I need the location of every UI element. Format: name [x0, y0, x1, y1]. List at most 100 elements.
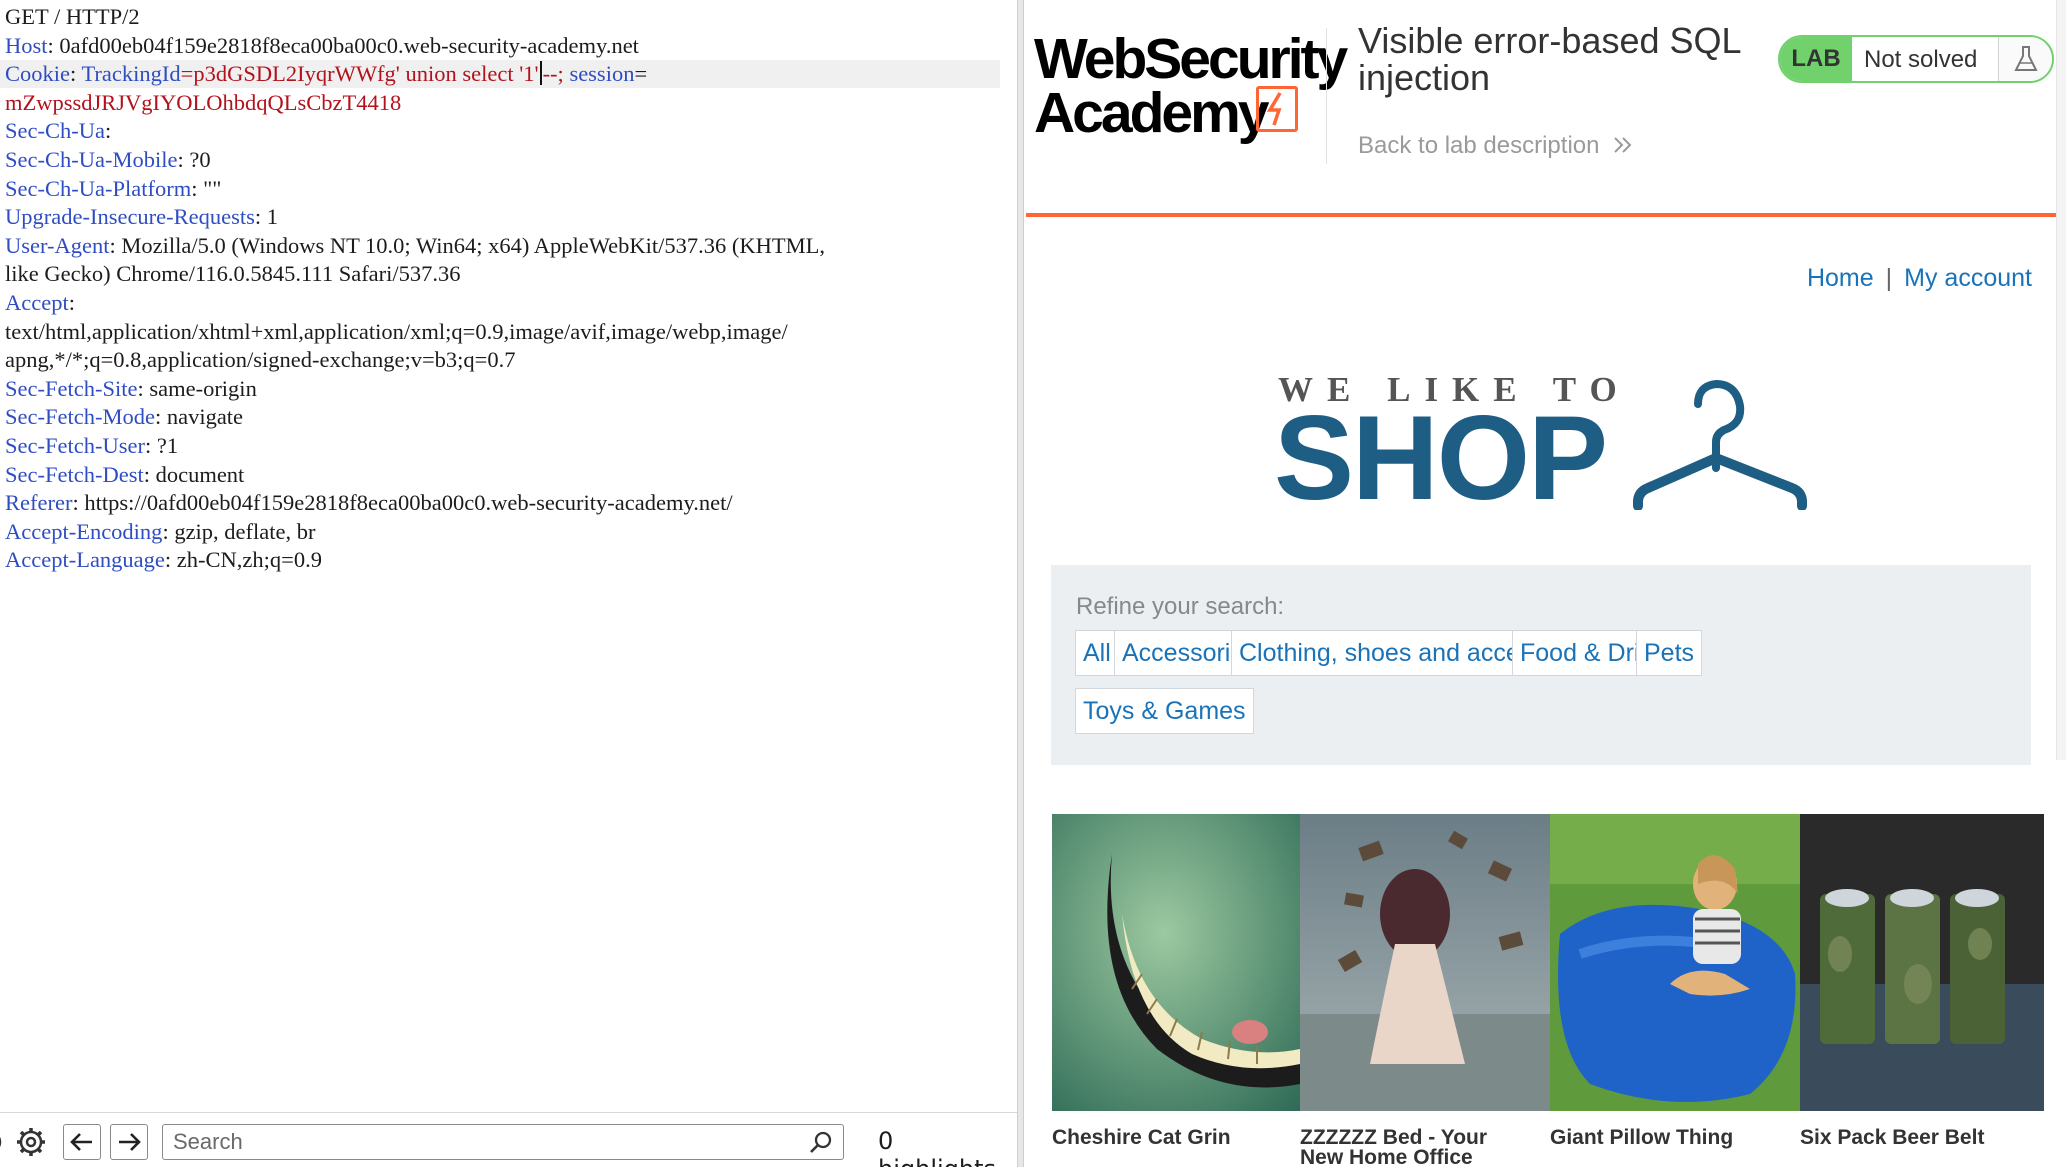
request-text: = [634, 61, 648, 87]
request-line[interactable]: Sec-Ch-Ua-Platform: "" [5, 175, 221, 203]
lab-status-text: Not solved [1864, 46, 1978, 73]
request-line[interactable]: Sec-Fetch-Site: same-origin [5, 375, 257, 403]
filter-all[interactable]: All [1075, 630, 1119, 676]
request-line[interactable]: GET / HTTP/2 [5, 3, 140, 31]
request-line[interactable]: Cookie: TrackingId=p3dGSDL2IyqrWWfg' uni… [0, 60, 1000, 89]
request-line[interactable]: Sec-Fetch-Mode: navigate [5, 403, 243, 431]
pane-divider[interactable] [1017, 0, 1024, 1167]
browser-page: WebSecurity Academy Visible error-based … [1024, 0, 2066, 1167]
product-image-zzzzzz-bed[interactable] [1300, 814, 1550, 1111]
nav-home-link[interactable]: Home [1807, 264, 1874, 292]
back-to-lab-link[interactable]: Back to lab description [1358, 132, 1634, 160]
product-name-six-pack-belt[interactable]: Six Pack Beer Belt [1800, 1127, 2040, 1148]
request-line[interactable]: Upgrade-Insecure-Requests: 1 [5, 203, 278, 231]
search-input[interactable] [173, 1129, 793, 1155]
settings-button[interactable] [16, 1127, 46, 1157]
arrow-right-icon [119, 1133, 141, 1151]
request-line[interactable]: Accept: [5, 289, 75, 317]
magnifier-icon[interactable] [809, 1131, 833, 1155]
lab-flask-button[interactable] [1998, 37, 2052, 81]
header-name: Sec-Fetch-User [5, 433, 145, 458]
header-name: Upgrade-Insecure-Requests [5, 204, 255, 230]
lab-title: Visible error-based SQL injection [1358, 20, 1741, 98]
header-name: session [569, 61, 635, 87]
product-image-cheshire-cat[interactable] [1052, 814, 1300, 1111]
lab-status-widget: LAB Not solved [1778, 35, 2054, 83]
highlights-count: 0 highlights [878, 1127, 996, 1167]
request-line[interactable]: Accept-Language: zh-CN,zh;q=0.9 [5, 546, 322, 574]
header-name: Host [5, 32, 48, 58]
request-line[interactable]: like Gecko) Chrome/116.0.5845.111 Safari… [5, 260, 461, 288]
request-line[interactable]: Sec-Fetch-Dest: document [5, 461, 244, 489]
request-line[interactable]: Referer: https://0afd00eb04f159e2818f8ec… [5, 489, 733, 517]
product-name-cheshire-cat[interactable]: Cheshire Cat Grin [1052, 1127, 1292, 1148]
request-text: : ?0 [177, 147, 211, 172]
request-line[interactable]: text/html,application/xhtml+xml,applicat… [5, 318, 788, 346]
request-text: : navigate [154, 404, 244, 430]
request-text: : gzip, deflate, br [162, 518, 316, 544]
request-line[interactable]: Sec-Ch-Ua: [5, 117, 111, 145]
request-line[interactable]: apng,*/*;q=0.8,application/signed-exchan… [5, 346, 515, 374]
header-name: Accept [5, 290, 69, 315]
top-nav: Home | My account [1807, 264, 2032, 293]
request-line[interactable]: mZwpssdJRJVgIYOLOhbdqQLsCbzT4418 [5, 89, 401, 117]
lab-badge: LAB [1780, 37, 1852, 81]
request-text: apng,*/*;q=0.8,application/signed-exchan… [5, 347, 516, 373]
request-text: : same-origin [137, 375, 257, 401]
request-line[interactable]: Sec-Ch-Ua-Mobile: ?0 [5, 146, 211, 174]
request-text: : ?1 [144, 433, 179, 458]
request-line[interactable]: Sec-Fetch-User: ?1 [5, 432, 178, 460]
cookie-value: --; [542, 61, 570, 87]
request-text: like Gecko) Chrome/116.0.5845.111 Safari… [5, 261, 461, 287]
flask-icon [2013, 46, 2038, 71]
request-text: : Mozilla/5.0 (Windows NT 10.0; Win64; x… [109, 232, 826, 258]
filter-pets[interactable]: Pets [1636, 630, 1703, 676]
header-name: Accept-Language [5, 547, 165, 573]
refine-search-panel: Refine your search: All Accessories Clot… [1051, 565, 2031, 765]
header-name: Cookie [5, 61, 70, 87]
next-match-button[interactable] [110, 1124, 148, 1160]
page-scrollbar[interactable] [2056, 0, 2066, 760]
search-toolbar: 0 highlights [0, 1112, 1017, 1167]
lightning-icon [1256, 86, 1298, 132]
request-editor-pane: GET / HTTP/2 Host: 0afd00eb04f159e2818f8e… [0, 0, 1017, 1167]
request-text: text/html,application/xhtml+xml,applicat… [5, 318, 788, 344]
cookie-value: mZwpssdJRJVgIYOLOhbdqQLsCbzT4418 [5, 89, 402, 115]
previous-match-button[interactable] [63, 1124, 101, 1160]
partial-circle-icon[interactable] [0, 1129, 8, 1155]
request-text: : [70, 61, 82, 87]
header-name: Sec-Fetch-Mode [5, 404, 155, 430]
request-line[interactable]: Host: 0afd00eb04f159e2818f8eca00ba00c0.w… [5, 32, 639, 60]
logo-academy[interactable]: Academy [1034, 80, 1269, 146]
text-caret [539, 61, 542, 86]
header-accent-line [1026, 213, 2056, 217]
header-divider [1326, 28, 1327, 164]
product-image-giant-pillow[interactable] [1550, 814, 1800, 1111]
hanger-icon [1633, 379, 1807, 510]
nav-my-account-link[interactable]: My account [1904, 264, 2032, 292]
request-text: : https://0afd00eb04f159e2818f8eca00ba00… [72, 490, 733, 516]
header-name: Sec-Fetch-Site [5, 375, 138, 401]
filter-toys-games[interactable]: Toys & Games [1075, 688, 1254, 734]
request-text: : "" [191, 175, 222, 201]
request-editor[interactable]: GET / HTTP/2 Host: 0afd00eb04f159e2818f8e… [0, 0, 1017, 1112]
request-line[interactable]: Accept-Encoding: gzip, deflate, br [5, 518, 316, 546]
header-name: Sec-Ch-Ua [5, 118, 105, 144]
request-line[interactable]: User-Agent: Mozilla/5.0 (Windows NT 10.0… [5, 232, 825, 260]
request-text: : 1 [254, 204, 279, 230]
product-name-giant-pillow[interactable]: Giant Pillow Thing [1550, 1127, 1790, 1148]
arrow-left-icon [70, 1133, 92, 1151]
request-text: : [68, 290, 75, 315]
product-image-six-pack-belt[interactable] [1800, 814, 2044, 1111]
header-name: Referer [5, 490, 73, 516]
request-text: : zh-CN,zh;q=0.9 [164, 547, 322, 573]
search-box [162, 1124, 844, 1160]
product-name-zzzzzz-bed[interactable]: ZZZZZZ Bed - Your New Home Office [1300, 1127, 1530, 1167]
header-name: Accept-Encoding [5, 518, 163, 544]
header-name: TrackingId [81, 61, 181, 87]
gear-icon [17, 1128, 45, 1156]
header-name: Sec-Ch-Ua-Mobile [5, 147, 178, 172]
cookie-value: =p3dGSDL2IyqrWWfg' union select '1' [180, 61, 539, 87]
nav-separator: | [1885, 264, 1893, 292]
header-name: Sec-Ch-Ua-Platform [5, 175, 192, 201]
